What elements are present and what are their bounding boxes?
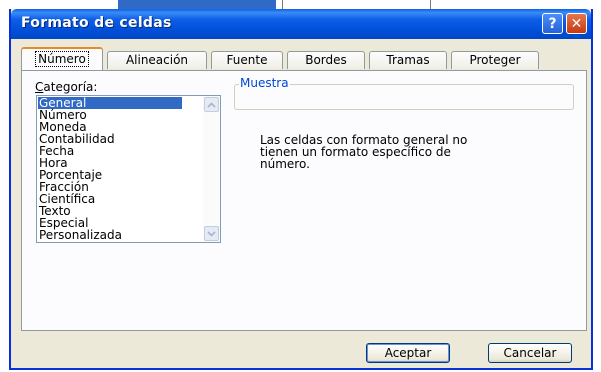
background-divider — [282, 0, 283, 9]
tab-strip: Número Alineación Fuente Bordes Tramas P… — [21, 47, 587, 71]
tab-proteger[interactable]: Proteger — [451, 51, 539, 69]
scroll-down-button[interactable] — [204, 226, 219, 241]
tab-panel-numero: Categoría: General Número Moneda Contabi… — [21, 70, 587, 331]
aceptar-button[interactable]: Aceptar — [366, 343, 450, 363]
muestra-groupbox: Muestra — [234, 76, 574, 110]
close-button[interactable]: ✕ — [566, 13, 587, 34]
dialog-titlebar[interactable]: Formato de celdas ? ✕ — [11, 9, 591, 39]
categoria-listbox[interactable]: General Número Moneda Contabilidad Fecha… — [36, 95, 221, 243]
tab-numero[interactable]: Número — [21, 47, 103, 70]
background-highlight — [118, 0, 276, 9]
scroll-up-button[interactable] — [204, 97, 219, 112]
tab-label: Alineación — [125, 53, 189, 67]
format-cells-dialog: Formato de celdas ? ✕ Número Alineación … — [9, 9, 593, 370]
tab-label: Proteger — [469, 53, 521, 67]
tab-label: Bordes — [305, 53, 347, 67]
background-window-strip — [0, 0, 601, 9]
background-divider — [430, 0, 431, 9]
tab-label: Fuente — [226, 53, 268, 67]
tab-fuente[interactable]: Fuente — [211, 51, 283, 69]
chevron-up-icon — [207, 101, 216, 108]
muestra-label: Muestra — [239, 76, 290, 90]
list-item-personalizada[interactable]: Personalizada — [38, 229, 182, 241]
chevron-down-icon — [207, 230, 216, 237]
tab-label: Tramas — [386, 53, 430, 67]
cancelar-button[interactable]: Cancelar — [488, 343, 572, 363]
category-description: Las celdas con formato general no tienen… — [260, 134, 560, 170]
close-icon: ✕ — [570, 15, 583, 32]
listbox-scrollbar[interactable] — [203, 96, 220, 242]
tab-label: Número — [35, 51, 89, 67]
categoria-label: Categoría: — [35, 80, 98, 94]
description-line: número. — [260, 157, 310, 171]
dialog-title: Formato de celdas — [21, 15, 172, 31]
tab-bordes[interactable]: Bordes — [287, 51, 365, 69]
tab-alineacion[interactable]: Alineación — [107, 51, 207, 69]
help-icon: ? — [548, 15, 557, 32]
help-button[interactable]: ? — [542, 13, 563, 34]
tab-tramas[interactable]: Tramas — [369, 51, 447, 69]
